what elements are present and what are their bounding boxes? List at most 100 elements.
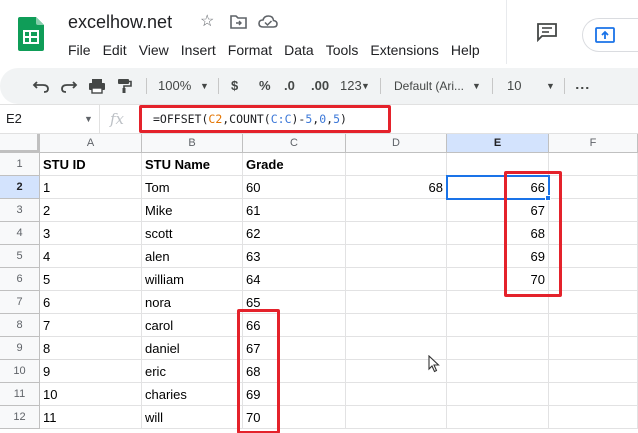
menu-view[interactable]: View	[133, 40, 175, 60]
row-header-4[interactable]: 4	[0, 222, 40, 245]
cell-c5[interactable]: 63	[243, 245, 346, 268]
column-header-d[interactable]: D	[346, 134, 447, 153]
row-header-1[interactable]: 1	[0, 153, 40, 176]
menu-extensions[interactable]: Extensions	[364, 40, 444, 60]
cell-d8[interactable]	[346, 314, 447, 337]
column-header-f[interactable]: F	[549, 134, 638, 153]
menu-insert[interactable]: Insert	[175, 40, 222, 60]
menu-edit[interactable]: Edit	[97, 40, 133, 60]
cell-a10[interactable]: 9	[40, 360, 142, 383]
cell-f9[interactable]	[549, 337, 638, 360]
cell-b4[interactable]: scott	[142, 222, 243, 245]
cell-f3[interactable]	[549, 199, 638, 222]
menu-data[interactable]: Data	[278, 40, 320, 60]
cell-a1[interactable]: STU ID	[40, 153, 142, 176]
menu-tools[interactable]: Tools	[320, 40, 365, 60]
move-folder-icon[interactable]	[230, 14, 247, 29]
cell-f10[interactable]	[549, 360, 638, 383]
cell-d6[interactable]	[346, 268, 447, 291]
column-header-e[interactable]: E	[447, 134, 549, 153]
row-header-8[interactable]: 8	[0, 314, 40, 337]
chevron-down-icon[interactable]: ▼	[84, 105, 93, 133]
cell-b7[interactable]: nora	[142, 291, 243, 314]
cell-f2[interactable]	[549, 176, 638, 199]
row-header-9[interactable]: 9	[0, 337, 40, 360]
cell-d1[interactable]	[346, 153, 447, 176]
cell-f8[interactable]	[549, 314, 638, 337]
cloud-status-icon[interactable]	[258, 14, 278, 29]
row-header-7[interactable]: 7	[0, 291, 40, 314]
number-format-select[interactable]: 123	[340, 68, 362, 104]
cell-d2[interactable]: 68	[346, 176, 447, 199]
cell-d12[interactable]	[346, 406, 447, 429]
cell-b3[interactable]: Mike	[142, 199, 243, 222]
cell-d11[interactable]	[346, 383, 447, 406]
undo-icon[interactable]	[32, 78, 50, 94]
cell-f6[interactable]	[549, 268, 638, 291]
cell-a6[interactable]: 5	[40, 268, 142, 291]
chevron-down-icon[interactable]: ▼	[361, 68, 370, 104]
cell-d7[interactable]	[346, 291, 447, 314]
cell-b9[interactable]: daniel	[142, 337, 243, 360]
menu-format[interactable]: Format	[222, 40, 278, 60]
chevron-down-icon[interactable]: ▼	[546, 68, 555, 104]
zoom-select[interactable]: 100%	[158, 68, 191, 104]
cell-c6[interactable]: 64	[243, 268, 346, 291]
cell-a9[interactable]: 8	[40, 337, 142, 360]
chevron-down-icon[interactable]: ▼	[472, 68, 481, 104]
star-icon[interactable]: ☆	[200, 12, 214, 32]
cell-e11[interactable]	[447, 383, 549, 406]
row-header-2[interactable]: 2	[0, 176, 40, 199]
cell-e9[interactable]	[447, 337, 549, 360]
cell-a5[interactable]: 4	[40, 245, 142, 268]
row-header-12[interactable]: 12	[0, 406, 40, 429]
cell-b12[interactable]: will	[142, 406, 243, 429]
font-family-select[interactable]: Default (Ari...	[394, 68, 464, 104]
cell-d4[interactable]	[346, 222, 447, 245]
cell-b2[interactable]: Tom	[142, 176, 243, 199]
cell-e8[interactable]	[447, 314, 549, 337]
cell-c1[interactable]: Grade	[243, 153, 346, 176]
column-header-b[interactable]: B	[142, 134, 243, 153]
sheets-logo-icon[interactable]	[18, 17, 44, 51]
column-header-c[interactable]: C	[243, 134, 346, 153]
cell-d5[interactable]	[346, 245, 447, 268]
cell-f12[interactable]	[549, 406, 638, 429]
cell-b10[interactable]: eric	[142, 360, 243, 383]
increase-decimal-button[interactable]: .00	[311, 68, 329, 104]
percent-format-button[interactable]: %	[259, 68, 271, 104]
cell-b5[interactable]: alen	[142, 245, 243, 268]
document-title[interactable]: excelhow.net	[68, 12, 172, 33]
cell-f1[interactable]	[549, 153, 638, 176]
cell-b6[interactable]: william	[142, 268, 243, 291]
present-button[interactable]	[582, 18, 638, 52]
column-header-a[interactable]: A	[40, 134, 142, 153]
chevron-down-icon[interactable]: ▼	[200, 68, 209, 104]
cell-a3[interactable]: 2	[40, 199, 142, 222]
cell-f7[interactable]	[549, 291, 638, 314]
comment-icon[interactable]	[536, 22, 558, 42]
cell-f4[interactable]	[549, 222, 638, 245]
row-header-6[interactable]: 6	[0, 268, 40, 291]
select-all-corner[interactable]	[0, 134, 40, 153]
cell-c3[interactable]: 61	[243, 199, 346, 222]
cell-a11[interactable]: 10	[40, 383, 142, 406]
cell-a2[interactable]: 1	[40, 176, 142, 199]
decrease-decimal-button[interactable]: .0	[284, 68, 295, 104]
row-header-11[interactable]: 11	[0, 383, 40, 406]
font-size-select[interactable]: 10	[507, 68, 521, 104]
row-header-10[interactable]: 10	[0, 360, 40, 383]
cell-b1[interactable]: STU Name	[142, 153, 243, 176]
currency-format-button[interactable]: $	[231, 68, 238, 104]
print-icon[interactable]	[88, 78, 106, 94]
cell-b11[interactable]: charies	[142, 383, 243, 406]
menu-file[interactable]: File	[62, 40, 97, 60]
cell-e12[interactable]	[447, 406, 549, 429]
menu-help[interactable]: Help	[445, 40, 486, 60]
cell-a4[interactable]: 3	[40, 222, 142, 245]
cell-c2[interactable]: 60	[243, 176, 346, 199]
cell-d3[interactable]	[346, 199, 447, 222]
cell-a8[interactable]: 7	[40, 314, 142, 337]
cell-a7[interactable]: 6	[40, 291, 142, 314]
cell-f5[interactable]	[549, 245, 638, 268]
